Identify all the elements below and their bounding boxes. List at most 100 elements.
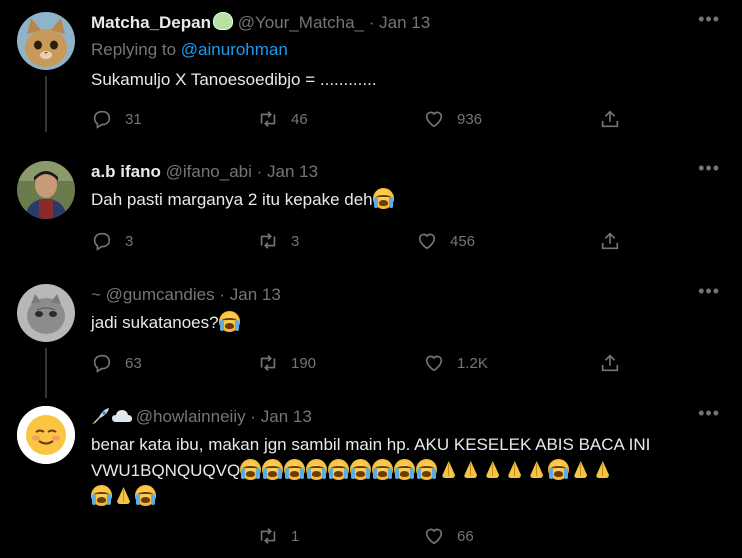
reply-icon bbox=[93, 110, 111, 129]
folded-hands-emoji bbox=[592, 459, 613, 480]
share-icon bbox=[601, 232, 619, 250]
share-button[interactable] bbox=[599, 230, 633, 252]
like-count: 936 bbox=[457, 110, 483, 128]
action-bar: 63 190 1.2K bbox=[91, 352, 651, 374]
reply-icon bbox=[93, 232, 111, 251]
loudly-crying-face-emoji bbox=[372, 188, 394, 209]
share-icon bbox=[601, 110, 619, 128]
retweet-icon bbox=[260, 111, 276, 127]
retweet-button[interactable]: 1 bbox=[257, 525, 299, 547]
loudly-crying-face-emoji bbox=[218, 311, 240, 332]
retweet-button[interactable]: 3 bbox=[257, 230, 299, 252]
timestamp[interactable]: Jan 13 bbox=[379, 13, 430, 32]
reply-button[interactable]: 63 bbox=[91, 352, 142, 374]
action-bar: 1 66 bbox=[91, 525, 651, 547]
like-count: 66 bbox=[457, 527, 474, 545]
tweet-1[interactable]: Matcha_Depan @Your_Matcha_ · Jan 13 ••• … bbox=[0, 10, 742, 142]
timestamp[interactable]: Jan 13 bbox=[261, 407, 312, 426]
timestamp[interactable]: Jan 13 bbox=[267, 162, 318, 181]
handle[interactable]: @gumcandies bbox=[106, 285, 215, 304]
tweet-header: @howlainneiiy · Jan 13 bbox=[91, 406, 312, 428]
loudly-crying-face-emoji bbox=[372, 459, 394, 480]
reply-count: 31 bbox=[125, 110, 142, 128]
retweet-icon bbox=[260, 528, 276, 544]
retweet-icon bbox=[260, 233, 276, 249]
reply-icon bbox=[93, 354, 111, 373]
rocket-emoji bbox=[91, 407, 111, 425]
tweet-text-line: benar kata ibu, makan jgn sambil main hp… bbox=[91, 435, 651, 454]
retweet-button[interactable]: 46 bbox=[257, 108, 308, 130]
loudly-crying-face-emoji bbox=[135, 485, 156, 506]
tweet-header: a.b ifano @ifano_abi · Jan 13 bbox=[91, 161, 318, 183]
reply-count: 3 bbox=[125, 232, 134, 250]
tweet-header: Matcha_Depan @Your_Matcha_ · Jan 13 bbox=[91, 12, 430, 34]
tweet-text: jadi sukatanoes? bbox=[91, 310, 721, 336]
avatar[interactable] bbox=[17, 12, 75, 70]
share-button[interactable] bbox=[599, 108, 633, 130]
more-icon[interactable]: ••• bbox=[698, 10, 720, 28]
loudly-crying-face-emoji bbox=[91, 485, 112, 506]
tweet-4[interactable]: @howlainneiiy · Jan 13 ••• benar kata ib… bbox=[0, 404, 742, 556]
loudly-crying-face-emoji bbox=[416, 459, 438, 480]
folded-hands-emoji bbox=[482, 459, 503, 480]
display-name[interactable]: Matcha_Depan bbox=[91, 13, 211, 32]
tweet-text-content: Sukamuljo X Tanoesoedibjo = ............ bbox=[91, 70, 377, 89]
avatar[interactable] bbox=[17, 161, 75, 219]
avatar[interactable] bbox=[17, 406, 75, 464]
like-count: 456 bbox=[450, 232, 476, 250]
tweet-header: ~ @gumcandies · Jan 13 bbox=[91, 284, 281, 306]
loudly-crying-face-emoji bbox=[262, 459, 284, 480]
handle[interactable]: @howlainneiiy bbox=[136, 407, 246, 426]
loudly-crying-face-emoji bbox=[548, 459, 570, 480]
more-icon[interactable]: ••• bbox=[698, 404, 720, 422]
cloud-emoji bbox=[111, 407, 132, 425]
share-button[interactable] bbox=[599, 352, 633, 374]
handle[interactable]: @Your_Matcha_ bbox=[238, 13, 364, 32]
tweet-text-content: Dah pasti marganya 2 itu kepake deh bbox=[91, 190, 373, 209]
share-icon bbox=[601, 354, 619, 372]
loudly-crying-face-emoji bbox=[240, 459, 262, 480]
like-button[interactable]: 456 bbox=[416, 230, 475, 252]
avatar[interactable] bbox=[17, 284, 75, 342]
reply-button[interactable]: 3 bbox=[91, 230, 133, 252]
retweet-count: 190 bbox=[291, 354, 317, 372]
tweet-text-line bbox=[91, 484, 721, 510]
retweet-icon bbox=[260, 355, 276, 371]
folded-hands-emoji bbox=[113, 485, 134, 506]
tweet-2[interactable]: a.b ifano @ifano_abi · Jan 13 ••• Dah pa… bbox=[0, 159, 742, 271]
action-bar: 3 3 456 bbox=[91, 230, 651, 252]
retweet-button[interactable]: 190 bbox=[257, 352, 316, 374]
matcha-emoji bbox=[212, 12, 233, 30]
folded-hands-emoji bbox=[526, 459, 547, 480]
like-count: 1.2K bbox=[457, 354, 488, 372]
mention-link[interactable]: @ainurohman bbox=[181, 40, 288, 59]
like-button[interactable]: 66 bbox=[423, 525, 474, 547]
tweet-text-content: VWU1BQNQUQVQ bbox=[91, 461, 241, 480]
more-icon[interactable]: ••• bbox=[698, 282, 720, 300]
display-name[interactable]: ~ bbox=[91, 285, 101, 304]
like-button[interactable]: 1.2K bbox=[423, 352, 488, 374]
like-button[interactable]: 936 bbox=[423, 108, 482, 130]
folded-hands-emoji bbox=[570, 459, 591, 480]
loudly-crying-face-emoji bbox=[328, 459, 350, 480]
more-icon[interactable]: ••• bbox=[698, 159, 720, 177]
tweet-3[interactable]: ~ @gumcandies · Jan 13 ••• jadi sukatano… bbox=[0, 282, 742, 394]
timestamp[interactable]: Jan 13 bbox=[230, 285, 281, 304]
retweet-count: 1 bbox=[291, 527, 300, 545]
folded-hands-emoji bbox=[460, 459, 481, 480]
separator: · bbox=[368, 13, 375, 32]
folded-hands-emoji bbox=[504, 459, 525, 480]
like-icon bbox=[425, 111, 443, 128]
retweet-count: 46 bbox=[291, 110, 308, 128]
handle[interactable]: @ifano_abi bbox=[166, 162, 252, 181]
tweet-text: benar kata ibu, makan jgn sambil main hp… bbox=[91, 432, 721, 510]
reply-count: 63 bbox=[125, 354, 142, 372]
retweet-count: 3 bbox=[291, 232, 300, 250]
loudly-crying-face-emoji bbox=[350, 459, 372, 480]
like-icon bbox=[425, 355, 443, 372]
tweet-text: Dah pasti marganya 2 itu kepake deh bbox=[91, 187, 721, 213]
display-name[interactable]: a.b ifano bbox=[91, 162, 161, 181]
reply-button[interactable]: 31 bbox=[91, 108, 142, 130]
separator: · bbox=[256, 162, 263, 181]
loudly-crying-face-emoji bbox=[284, 459, 306, 480]
